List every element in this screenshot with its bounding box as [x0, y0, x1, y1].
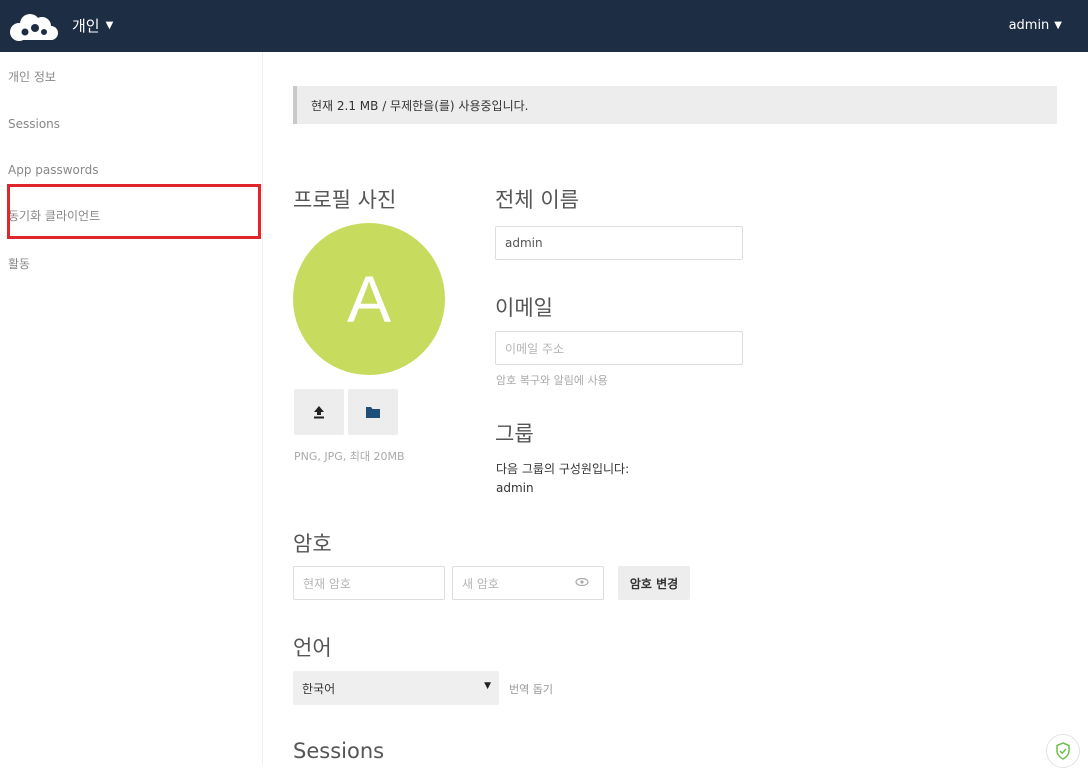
language-select[interactable]: 한국어 ▼	[293, 671, 499, 705]
app-menu-toggle[interactable]: 개인 ▼	[72, 15, 113, 36]
full-name-title: 전체 이름	[495, 188, 579, 212]
email-hint: 암호 복구와 알림에 사용	[496, 374, 608, 387]
sidebar-item-app-passwords[interactable]: App passwords	[0, 148, 262, 192]
quota-bar: 현재 2.1 MB / 무제한을(를) 사용중입니다.	[293, 86, 1057, 124]
app-menu-label: 개인	[72, 17, 100, 35]
language-title: 언어	[293, 636, 332, 660]
settings-sidebar: 개인 정보 Sessions App passwords 동기화 클라이언트 활…	[0, 52, 263, 765]
avatar-format-hint: PNG, JPG, 최대 20MB	[294, 450, 405, 463]
help-translate-link[interactable]: 번역 돕기	[509, 681, 553, 697]
groups-value: admin	[496, 481, 534, 495]
groups-description: 다음 그룹의 구성원입니다:	[496, 462, 630, 476]
new-password-placeholder: 새 암호	[462, 576, 499, 591]
security-shield-icon[interactable]	[1046, 734, 1080, 768]
avatar: A	[293, 223, 445, 375]
upload-avatar-button[interactable]	[294, 389, 344, 435]
caret-down-icon: ▼	[484, 681, 491, 691]
email-title: 이메일	[495, 296, 553, 320]
sidebar-item-personal-info[interactable]: 개인 정보	[0, 54, 262, 98]
select-avatar-from-files-button[interactable]	[348, 389, 398, 435]
folder-icon	[366, 407, 380, 418]
email-input[interactable]: 이메일 주소	[495, 331, 743, 365]
full-name-input[interactable]: admin	[495, 226, 743, 260]
sessions-title: Sessions	[293, 739, 385, 763]
caret-down-icon: ▼	[105, 20, 114, 31]
groups-title: 그룹	[495, 422, 534, 446]
sidebar-item-activity[interactable]: 활동	[0, 241, 262, 285]
sidebar-item-sessions[interactable]: Sessions	[0, 102, 262, 146]
caret-down-icon: ▼	[1054, 20, 1062, 31]
show-password-eye-icon[interactable]	[575, 575, 589, 592]
password-title: 암호	[293, 532, 332, 556]
avatar-letter: A	[346, 262, 392, 336]
profile-picture-title: 프로필 사진	[293, 188, 397, 212]
sidebar-item-sync-clients[interactable]: 동기화 클라이언트	[0, 193, 262, 237]
language-selected-value: 한국어	[302, 681, 336, 696]
new-password-input[interactable]: 새 암호	[452, 566, 604, 600]
user-menu-toggle[interactable]: admin ▼	[1009, 18, 1062, 33]
quota-text: 현재 2.1 MB / 무제한을(를) 사용중입니다.	[311, 98, 529, 113]
change-password-button[interactable]: 암호 변경	[618, 566, 690, 600]
owncloud-logo-icon[interactable]	[8, 12, 64, 42]
top-bar: 개인 ▼ admin ▼	[0, 0, 1088, 52]
upload-icon	[314, 406, 324, 419]
username: admin	[1008, 18, 1050, 33]
current-password-input[interactable]: 현재 암호	[293, 566, 445, 600]
